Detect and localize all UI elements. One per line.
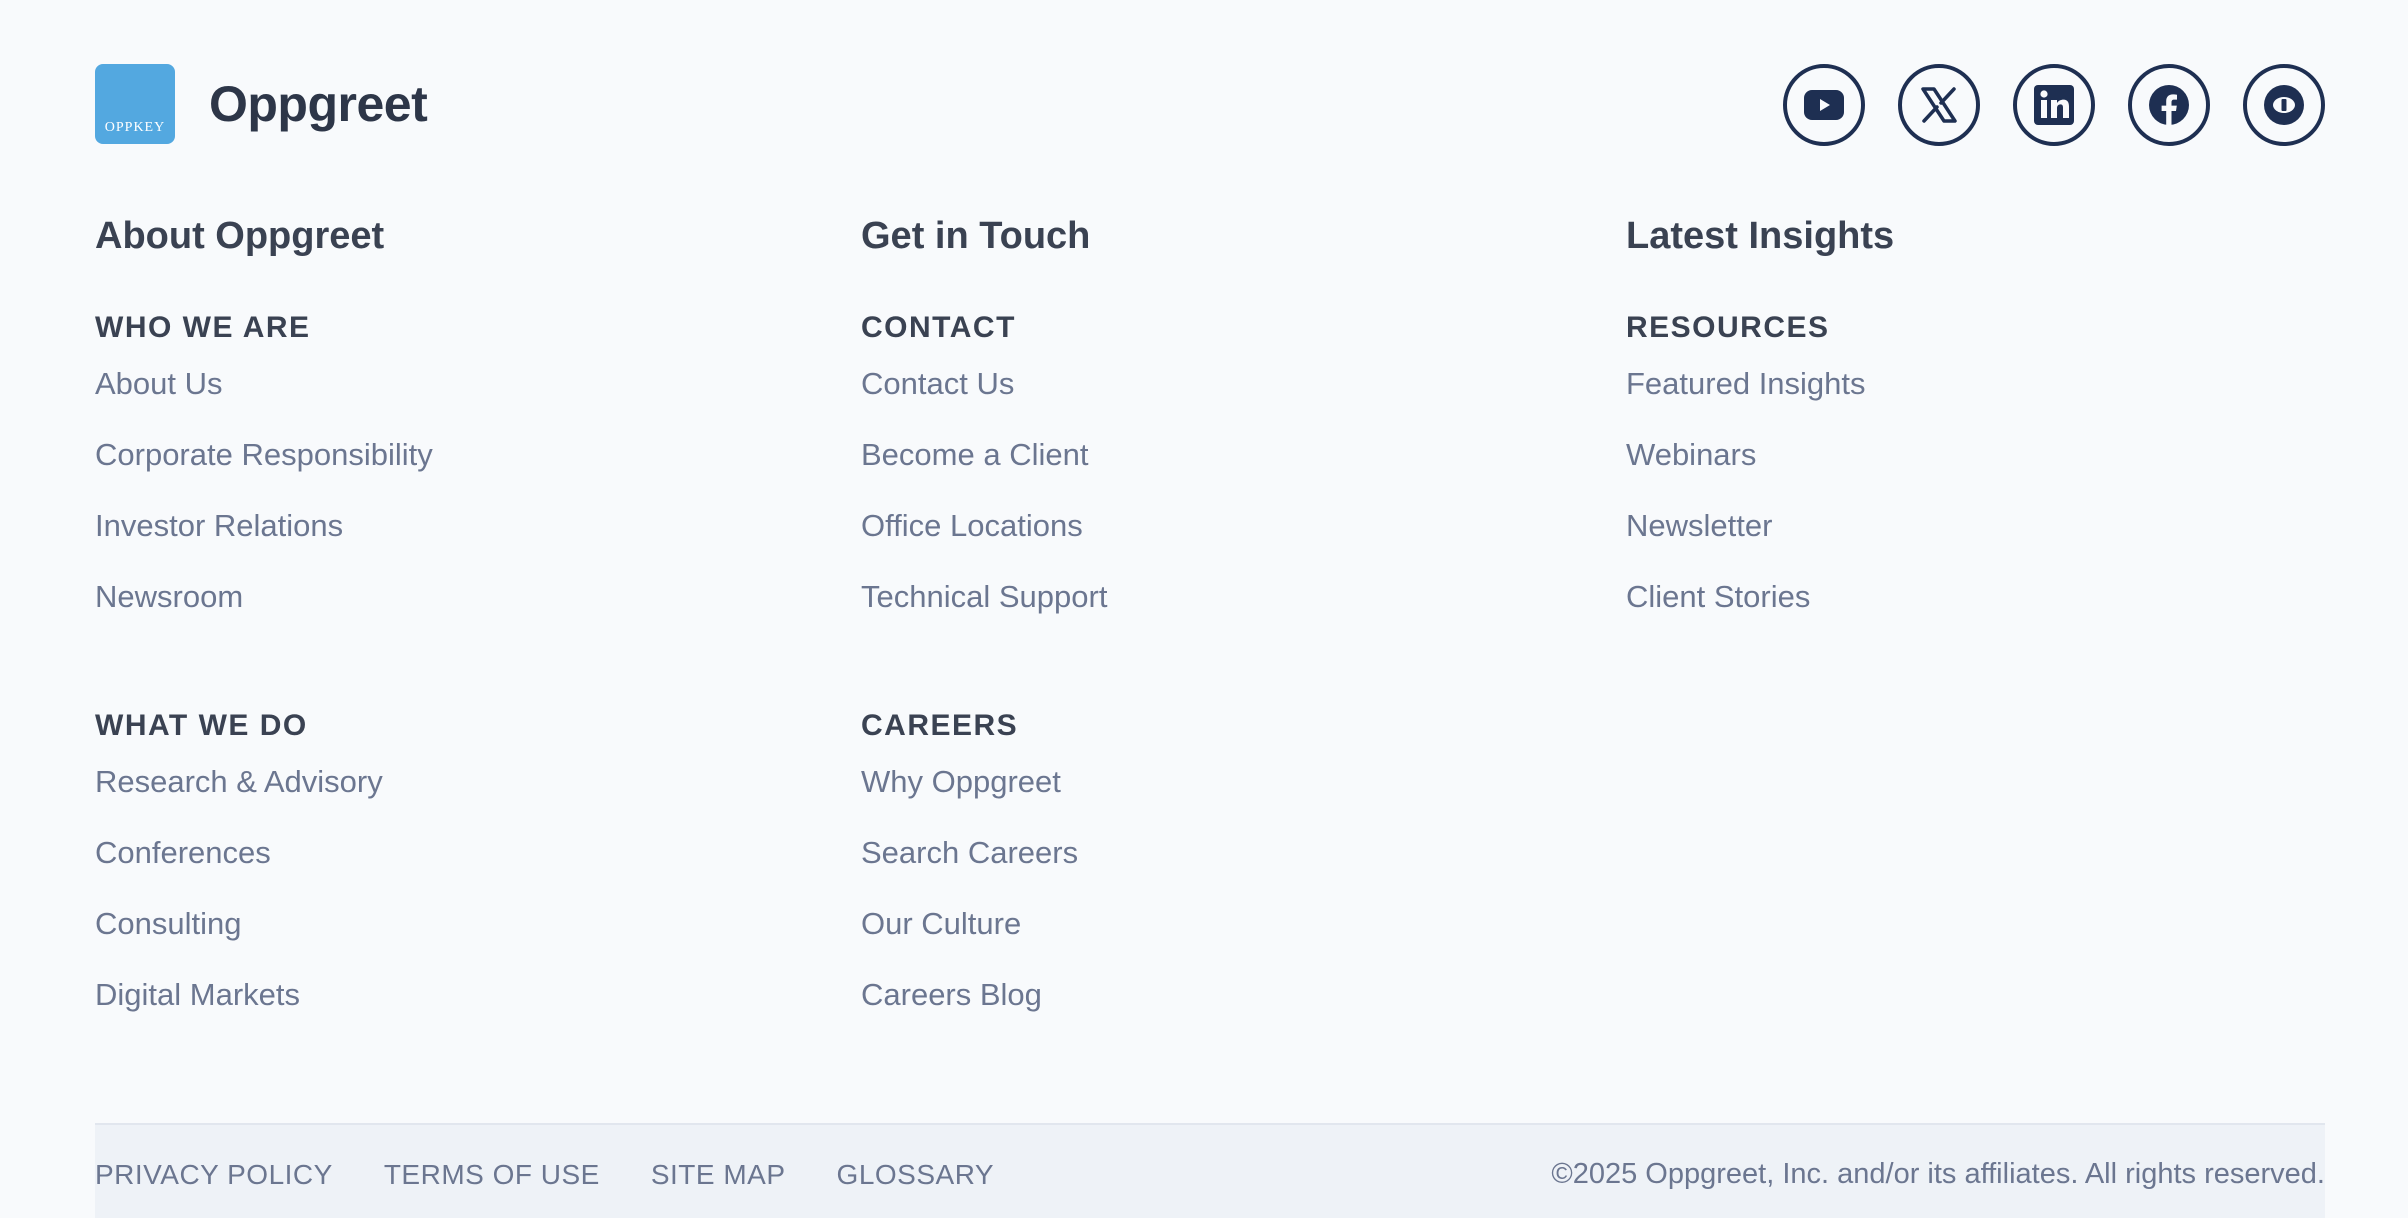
footer-link-investor-relations[interactable]: Investor Relations [95,506,343,546]
social-links [1783,64,2325,146]
footer-link-become-a-client[interactable]: Become a Client [861,435,1088,475]
group-heading: RESOURCES [1626,311,1830,344]
footer-link-search-careers[interactable]: Search Careers [861,833,1078,873]
footer-column-about: About Oppgreet WHO WE ARE About Us Corpo… [95,210,433,1046]
linkedin-icon [2034,85,2074,125]
glossary-link[interactable]: GLOSSARY [837,1159,995,1191]
column-title: Get in Touch [861,215,1091,257]
link-group-careers: CAREERS Why Oppgreet Search Careers Our … [861,706,1107,1046]
youtube-link[interactable] [1783,64,1865,146]
brand-home-link[interactable]: OPPKEY Oppgreet [95,64,428,144]
footer-link-newsletter[interactable]: Newsletter [1626,506,1772,546]
column-title: Latest Insights [1626,215,1895,257]
glassdoor-link[interactable] [2243,64,2325,146]
link-list: Featured Insights Webinars Newsletter Cl… [1626,364,1894,648]
footer-link-newsroom[interactable]: Newsroom [95,577,243,617]
link-list: About Us Corporate Responsibility Invest… [95,364,433,648]
copyright-notice: ©2025 Oppgreet, Inc. and/or its affiliat… [1551,1158,2325,1190]
footer-link-our-culture[interactable]: Our Culture [861,904,1021,944]
privacy-policy-link[interactable]: PRIVACY POLICY [95,1159,333,1191]
brand-name: Oppgreet [209,76,428,132]
group-heading: WHAT WE DO [95,709,308,742]
linkedin-link[interactable] [2013,64,2095,146]
group-heading: WHO WE ARE [95,311,311,344]
group-heading: CONTACT [861,311,1016,344]
group-heading: CAREERS [861,709,1019,742]
footer-column-latest-insights: Latest Insights RESOURCES Featured Insig… [1626,210,1894,648]
link-list: Why Oppgreet Search Careers Our Culture … [861,762,1107,1046]
glassdoor-icon [2264,85,2304,125]
footer-link-office-locations[interactable]: Office Locations [861,506,1083,546]
link-list: Research & Advisory Conferences Consulti… [95,762,433,1046]
footer-link-digital-markets[interactable]: Digital Markets [95,975,300,1015]
footer-column-get-in-touch: Get in Touch CONTACT Contact Us Become a… [861,210,1107,1046]
footer-link-careers-blog[interactable]: Careers Blog [861,975,1042,1015]
site-footer: OPPKEY Oppgreet About Oppgreet WHO WE AR… [0,0,2408,1218]
terms-of-use-link[interactable]: TERMS OF USE [384,1159,600,1191]
x-icon [1921,87,1957,123]
facebook-link[interactable] [2128,64,2210,146]
footer-link-why-oppgreet[interactable]: Why Oppgreet [861,762,1061,802]
link-group-resources: RESOURCES Featured Insights Webinars New… [1626,308,1894,648]
facebook-icon [2149,85,2189,125]
footer-bottom-bar: PRIVACY POLICY TERMS OF USE SITE MAP GLO… [95,1123,2325,1218]
footer-link-about-us[interactable]: About Us [95,364,223,404]
link-list: Contact Us Become a Client Office Locati… [861,364,1107,648]
column-title: About Oppgreet [95,215,385,257]
legal-links: PRIVACY POLICY TERMS OF USE SITE MAP GLO… [95,1159,994,1191]
footer-link-consulting[interactable]: Consulting [95,904,241,944]
site-map-link[interactable]: SITE MAP [651,1159,786,1191]
footer-link-featured-insights[interactable]: Featured Insights [1626,364,1866,404]
footer-link-webinars[interactable]: Webinars [1626,435,1756,475]
youtube-icon [1804,90,1844,120]
logo-text: OPPKEY [104,120,166,135]
brand-logo: OPPKEY [95,64,175,144]
footer-link-research-advisory[interactable]: Research & Advisory [95,762,383,802]
footer-link-contact-us[interactable]: Contact Us [861,364,1014,404]
footer-link-client-stories[interactable]: Client Stories [1626,577,1810,617]
link-group-who-we-are: WHO WE ARE About Us Corporate Responsibi… [95,308,433,648]
footer-link-technical-support[interactable]: Technical Support [861,577,1107,617]
link-group-what-we-do: WHAT WE DO Research & Advisory Conferenc… [95,706,433,1046]
link-group-contact: CONTACT Contact Us Become a Client Offic… [861,308,1107,648]
footer-link-corporate-responsibility[interactable]: Corporate Responsibility [95,435,433,475]
footer-link-conferences[interactable]: Conferences [95,833,271,873]
x-link[interactable] [1898,64,1980,146]
